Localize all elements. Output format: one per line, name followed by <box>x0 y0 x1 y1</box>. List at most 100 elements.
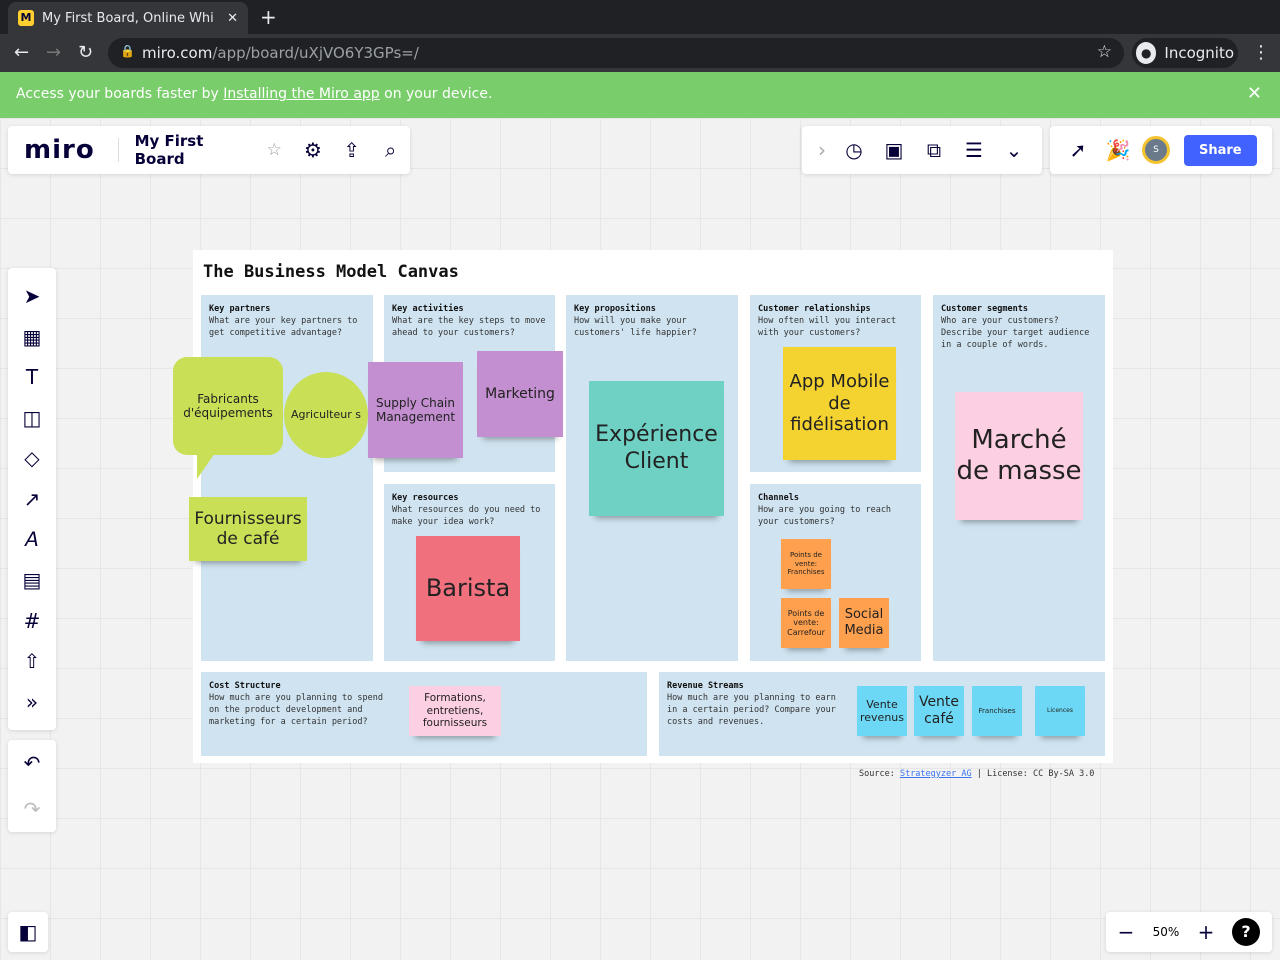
cell-channels[interactable]: Channels How are you going to reach your … <box>750 484 921 661</box>
sticky-text: Formations, entretiens, fournisseurs <box>422 692 488 730</box>
sticky-note-icon[interactable]: ◫ <box>12 406 52 430</box>
sticky-pdv-franchises[interactable]: Points de vente: Franchises <box>781 539 831 589</box>
cell-description: How often will you interact with your cu… <box>758 316 897 338</box>
sticky-text: Fabricants d'équipements <box>183 391 273 420</box>
board-header-panel: miro My First Board ☆ ⚙ ⇪ ⌕ <box>8 126 410 174</box>
sticky-vente-cafe[interactable]: Vente café <box>914 686 964 736</box>
sticky-text: Barista <box>425 574 511 603</box>
presentation-icon[interactable]: ⧉ <box>914 138 954 162</box>
cell-title: Cost Structure <box>209 681 281 691</box>
redo-icon[interactable]: ↷ <box>12 797 52 821</box>
sticky-text: Franchises <box>978 706 1016 715</box>
share-button[interactable]: Share <box>1184 134 1257 166</box>
miro-logo[interactable]: miro <box>24 135 102 165</box>
text-icon[interactable]: T <box>12 365 52 389</box>
timer-icon[interactable]: ◷ <box>834 138 874 162</box>
close-banner-icon[interactable]: ✕ <box>1247 83 1262 104</box>
more-chevron-icon[interactable]: ⌄ <box>994 138 1034 162</box>
connection-line-icon[interactable]: ↗ <box>12 487 52 511</box>
board-name[interactable]: My First Board <box>135 132 255 168</box>
sticky-text: Licences <box>1047 707 1073 715</box>
search-icon[interactable]: ⌕ <box>371 138 410 162</box>
cell-description: How much are you planning to earn in a c… <box>667 693 836 727</box>
sticky-text: Agriculteur s <box>291 408 361 422</box>
circle-agriculteurs[interactable]: Agriculteur s <box>284 372 368 458</box>
cell-title: Channels <box>758 493 799 503</box>
expand-chevron-icon[interactable]: › <box>810 138 834 162</box>
sticky-barista[interactable]: Barista <box>416 536 520 641</box>
sticky-text: Points de vente: Carrefour <box>787 608 825 637</box>
celebrate-icon[interactable]: 🎉 <box>1098 138 1138 162</box>
zoom-panel: − 50% + ? <box>1106 912 1272 952</box>
board-list-toggle[interactable]: ◧ <box>8 912 48 952</box>
zoom-out-icon[interactable]: − <box>1106 920 1146 944</box>
cell-description: How much are you planning to spend on th… <box>209 693 383 727</box>
tab-title: My First Board, Online Whi <box>42 10 214 26</box>
export-upload-icon[interactable]: ⇪ <box>332 138 371 162</box>
speech-bubble-tail <box>197 453 215 479</box>
voting-icon[interactable]: ▣ <box>874 138 914 162</box>
cell-title: Key propositions <box>574 304 656 314</box>
sticky-licences[interactable]: Licences <box>1035 686 1085 736</box>
bookmark-star-icon[interactable]: ☆ <box>1097 42 1112 62</box>
cell-description: Who are your customers? Describe your ta… <box>941 316 1090 350</box>
star-icon[interactable]: ☆ <box>255 140 294 160</box>
url-host: miro.com <box>142 44 213 62</box>
lock-icon: 🔒 <box>120 44 135 58</box>
cell-description: What are your key partners to get compet… <box>209 316 358 338</box>
shapes-icon[interactable]: ◇ <box>12 446 52 470</box>
cell-title: Key partners <box>209 304 271 314</box>
url-path: /app/board/uXjVO6Y3GPs=/ <box>212 44 419 62</box>
cell-title: Customer relationships <box>758 304 871 314</box>
sticky-fournisseurs[interactable]: Fournisseurs de café <box>189 497 307 561</box>
miro-favicon-icon: M <box>18 10 34 26</box>
canvas-title: The Business Model Canvas <box>203 262 459 282</box>
sticky-vente-revenus[interactable]: Vente revenus <box>857 686 907 736</box>
sticky-franchises[interactable]: Franchises <box>972 686 1022 736</box>
speech-bubble-fabricants[interactable]: Fabricants d'équipements <box>173 357 283 455</box>
upload-icon[interactable]: ⇧ <box>12 649 52 673</box>
back-icon[interactable]: ← <box>14 42 29 63</box>
sticky-text: Social Media <box>844 607 884 638</box>
strategyzer-link[interactable]: Strategyzer AG <box>900 769 972 779</box>
sticky-text: Fournisseurs de café <box>194 508 302 549</box>
settings-gear-icon[interactable]: ⚙ <box>294 138 333 162</box>
select-cursor-icon[interactable]: ➤ <box>12 284 52 308</box>
divider <box>117 138 119 162</box>
forward-icon[interactable]: → <box>46 42 61 63</box>
share-panel: ➚ 🎉 S Share <box>1050 126 1272 174</box>
sticky-experience-client[interactable]: Expérience Client <box>589 381 724 516</box>
sticky-pdv-carrefour[interactable]: Points de vente: Carrefour <box>781 598 831 648</box>
sticky-marche-de-masse[interactable]: Marché de masse <box>955 392 1083 520</box>
undo-icon[interactable]: ↶ <box>12 751 52 775</box>
install-app-banner: Access your boards faster by Installing … <box>0 72 1280 118</box>
cell-key-partners[interactable]: Key partners What are your key partners t… <box>201 295 373 661</box>
zoom-in-icon[interactable]: + <box>1186 920 1226 944</box>
more-tools-icon[interactable]: » <box>12 690 52 714</box>
user-avatar[interactable]: S <box>1142 136 1170 164</box>
install-app-link[interactable]: Installing the Miro app <box>223 86 379 102</box>
comment-icon[interactable]: ▤ <box>12 568 52 592</box>
browser-menu-icon[interactable]: ⋮ <box>1252 42 1270 63</box>
notes-icon[interactable]: ☰ <box>954 138 994 162</box>
pen-icon[interactable]: 𝘈 <box>12 527 52 551</box>
cell-description: What resources do you need to make your … <box>392 505 541 527</box>
reload-icon[interactable]: ↻ <box>78 42 93 63</box>
sticky-formations[interactable]: Formations, entretiens, fournisseurs <box>409 686 501 736</box>
close-tab-icon[interactable]: ✕ <box>227 11 238 26</box>
sticky-supply-chain[interactable]: Supply Chain Management <box>368 362 463 458</box>
url-input[interactable]: 🔒 miro.com/app/board/uXjVO6Y3GPs=/ ☆ <box>108 38 1124 68</box>
templates-icon[interactable]: ▦ <box>12 325 52 349</box>
incognito-badge[interactable]: ● Incognito <box>1132 38 1238 68</box>
browser-tab[interactable]: M My First Board, Online Whi ✕ <box>8 2 248 34</box>
incognito-label: Incognito <box>1164 44 1234 62</box>
zoom-level[interactable]: 50% <box>1146 925 1186 939</box>
new-tab-button[interactable]: + <box>260 5 277 29</box>
sticky-social-media[interactable]: Social Media <box>839 598 889 648</box>
cursor-reactions-icon[interactable]: ➚ <box>1058 138 1098 162</box>
sticky-app-mobile[interactable]: App Mobile de fidélisation <box>783 347 896 460</box>
sticky-marketing[interactable]: Marketing <box>477 351 563 437</box>
browser-tab-bar: M My First Board, Online Whi ✕ + <box>0 0 1280 34</box>
help-button[interactable]: ? <box>1232 918 1260 946</box>
frame-icon[interactable]: # <box>12 609 52 633</box>
